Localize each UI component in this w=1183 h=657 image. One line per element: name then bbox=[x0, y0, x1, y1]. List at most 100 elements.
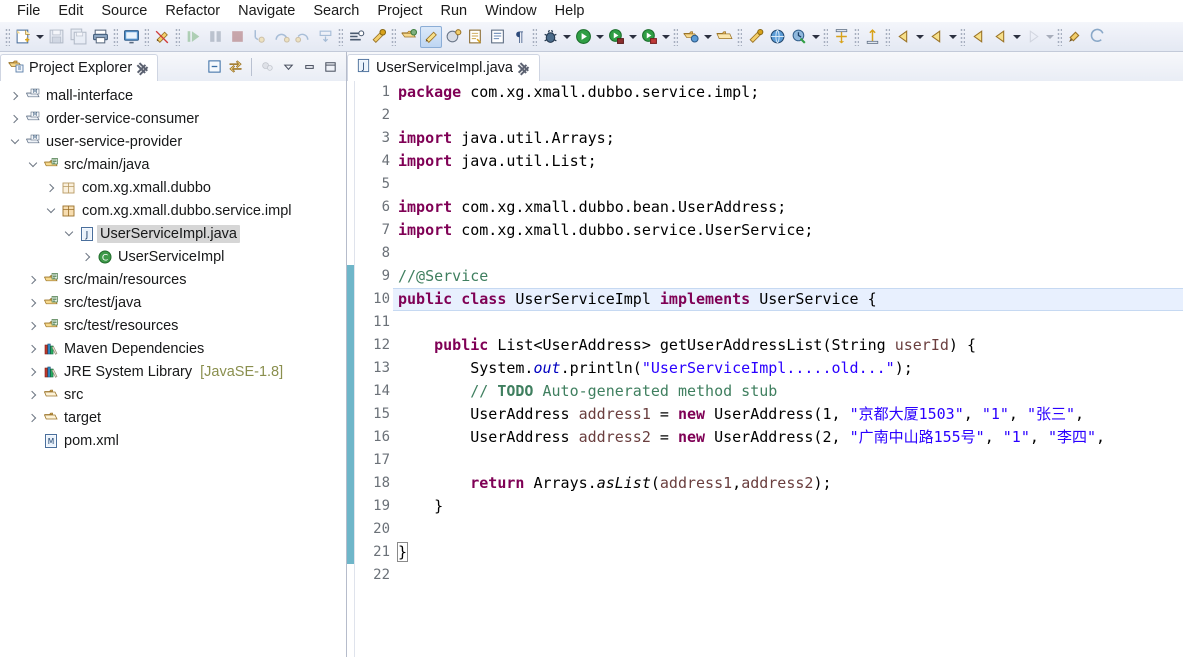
forward-history-dropdown-arrow[interactable] bbox=[1044, 26, 1055, 48]
run-dropdown-arrow[interactable] bbox=[594, 26, 605, 48]
menu-window[interactable]: Window bbox=[476, 2, 546, 20]
chevron-right-icon[interactable] bbox=[6, 107, 23, 130]
tree-item-user-service-provider[interactable]: Muser-service-provider bbox=[0, 130, 346, 153]
toolbar-grip[interactable] bbox=[338, 27, 343, 46]
link-with-editor-icon[interactable] bbox=[226, 57, 245, 76]
focus-on-active-task-icon[interactable] bbox=[258, 57, 277, 76]
open-type-icon[interactable] bbox=[464, 26, 486, 48]
toolbar-grip[interactable] bbox=[113, 27, 118, 46]
skip-breakpoints-icon[interactable] bbox=[345, 26, 367, 48]
code-line[interactable] bbox=[393, 242, 1183, 265]
tree-item-userserviceimpl-java[interactable]: J UserServiceImpl.java bbox=[0, 222, 346, 245]
tree-item-userserviceimpl[interactable]: C UserServiceImpl bbox=[0, 245, 346, 268]
show-whitespace-icon[interactable]: ¶ bbox=[508, 26, 530, 48]
toolbar-grip[interactable] bbox=[391, 27, 396, 46]
chevron-right-icon[interactable] bbox=[24, 383, 41, 406]
tree-item-src-test-resources[interactable]: src/test/resources bbox=[0, 314, 346, 337]
code-line[interactable]: import java.util.List; bbox=[393, 150, 1183, 173]
toolbar-grip[interactable] bbox=[5, 27, 10, 46]
code-line[interactable]: import com.xg.xmall.dubbo.bean.UserAddre… bbox=[393, 196, 1183, 219]
new-class-icon[interactable] bbox=[442, 26, 464, 48]
menu-file[interactable]: File bbox=[8, 2, 49, 20]
chevron-right-icon[interactable] bbox=[24, 268, 41, 291]
tab-user-service-impl[interactable]: J UserServiceImpl.java bbox=[347, 54, 540, 81]
tree-item-src-main-resources[interactable]: src/main/resources bbox=[0, 268, 346, 291]
menu-help[interactable]: Help bbox=[546, 2, 594, 20]
code-line[interactable]: // TODO Auto-generated method stub bbox=[393, 380, 1183, 403]
toolbar-grip[interactable] bbox=[823, 27, 828, 46]
print-icon[interactable] bbox=[89, 26, 111, 48]
menu-navigate[interactable]: Navigate bbox=[229, 2, 304, 20]
new-package-icon[interactable] bbox=[420, 25, 442, 48]
menu-edit[interactable]: Edit bbox=[49, 2, 92, 20]
backward-history-icon[interactable] bbox=[989, 26, 1011, 48]
code-line[interactable]: import java.util.Arrays; bbox=[393, 127, 1183, 150]
code-line[interactable]: public class UserServiceImpl implements … bbox=[393, 288, 1183, 311]
run-server-dropdown-arrow[interactable] bbox=[627, 26, 638, 48]
tree-item-maven-dependencies[interactable]: Maven Dependencies bbox=[0, 337, 346, 360]
toolbar-grip[interactable] bbox=[175, 27, 180, 46]
close-icon[interactable] bbox=[518, 62, 531, 75]
tree-item-mall-interface[interactable]: Mmall-interface bbox=[0, 84, 346, 107]
code-line[interactable]: //@Service bbox=[393, 265, 1183, 288]
menu-source[interactable]: Source bbox=[92, 2, 156, 20]
close-icon[interactable] bbox=[137, 62, 150, 75]
last-edit-location-icon[interactable] bbox=[1086, 26, 1108, 48]
pin-editor-icon[interactable] bbox=[1064, 26, 1086, 48]
chevron-down-icon[interactable] bbox=[24, 153, 41, 176]
chevron-right-icon[interactable] bbox=[78, 245, 95, 268]
new-wizard-dropdown-arrow[interactable] bbox=[34, 26, 45, 48]
open-web-browser-icon[interactable] bbox=[713, 26, 735, 48]
chevron-down-icon[interactable] bbox=[42, 199, 59, 222]
chevron-right-icon[interactable] bbox=[24, 360, 41, 383]
code-line[interactable] bbox=[393, 518, 1183, 541]
new-connection-icon[interactable] bbox=[680, 26, 702, 48]
chevron-right-icon[interactable] bbox=[6, 84, 23, 107]
open-task-icon[interactable] bbox=[486, 26, 508, 48]
tree-item-pom-xml[interactable]: Mpom.xml bbox=[0, 429, 346, 452]
back-icon[interactable] bbox=[967, 26, 989, 48]
code-line[interactable] bbox=[393, 311, 1183, 334]
search-icon[interactable] bbox=[744, 26, 766, 48]
tab-project-explorer[interactable]: Project Explorer bbox=[0, 54, 159, 81]
next-annotation-dropdown-arrow[interactable] bbox=[914, 26, 925, 48]
toolbar-grip[interactable] bbox=[1057, 27, 1062, 46]
new-connection-dropdown-arrow[interactable] bbox=[702, 26, 713, 48]
chevron-down-icon[interactable] bbox=[60, 222, 77, 245]
open-resource-icon[interactable] bbox=[766, 26, 788, 48]
code-line[interactable]: return Arrays.asList(address1,address2); bbox=[393, 472, 1183, 495]
external-tools-icon[interactable] bbox=[788, 26, 810, 48]
toolbar-grip[interactable] bbox=[737, 27, 742, 46]
profile-dropdown-arrow[interactable] bbox=[660, 26, 671, 48]
toolbar-grip[interactable] bbox=[960, 27, 965, 46]
code-line[interactable] bbox=[393, 104, 1183, 127]
toolbar-grip[interactable] bbox=[532, 27, 537, 46]
new-java-project-icon[interactable] bbox=[398, 26, 420, 48]
tree-item-src-test-java[interactable]: src/test/java bbox=[0, 291, 346, 314]
run-icon[interactable] bbox=[572, 26, 594, 48]
chevron-right-icon[interactable] bbox=[42, 176, 59, 199]
project-tree[interactable]: Mmall-interface Morder-service-consumer Mu… bbox=[0, 81, 346, 657]
chevron-right-icon[interactable] bbox=[24, 291, 41, 314]
tree-item-com-xg-xmall-dubbo-service-impl[interactable]: com.xg.xmall.dubbo.service.impl bbox=[0, 199, 346, 222]
open-console-icon[interactable] bbox=[120, 26, 142, 48]
maximize-icon[interactable] bbox=[321, 57, 340, 76]
toolbar-grip[interactable] bbox=[854, 27, 859, 46]
globe-icon[interactable] bbox=[830, 26, 852, 48]
previous-annotation-icon[interactable] bbox=[925, 26, 947, 48]
chevron-right-icon[interactable] bbox=[24, 337, 41, 360]
toolbar-grip[interactable] bbox=[885, 27, 890, 46]
menu-run[interactable]: Run bbox=[431, 2, 476, 20]
menu-search[interactable]: Search bbox=[304, 2, 368, 20]
previous-annotation-dropdown-arrow[interactable] bbox=[947, 26, 958, 48]
profile-icon[interactable] bbox=[638, 26, 660, 48]
chevron-right-icon[interactable] bbox=[24, 406, 41, 429]
code-line[interactable]: } bbox=[393, 495, 1183, 518]
new-wizard-icon[interactable] bbox=[12, 26, 34, 48]
external-tools-dropdown-arrow[interactable] bbox=[810, 26, 821, 48]
toolbar-grip[interactable] bbox=[144, 27, 149, 46]
minimize-icon[interactable] bbox=[300, 57, 319, 76]
code-line[interactable] bbox=[393, 564, 1183, 587]
chevron-down-icon[interactable] bbox=[6, 130, 23, 153]
run-server-icon[interactable] bbox=[605, 26, 627, 48]
